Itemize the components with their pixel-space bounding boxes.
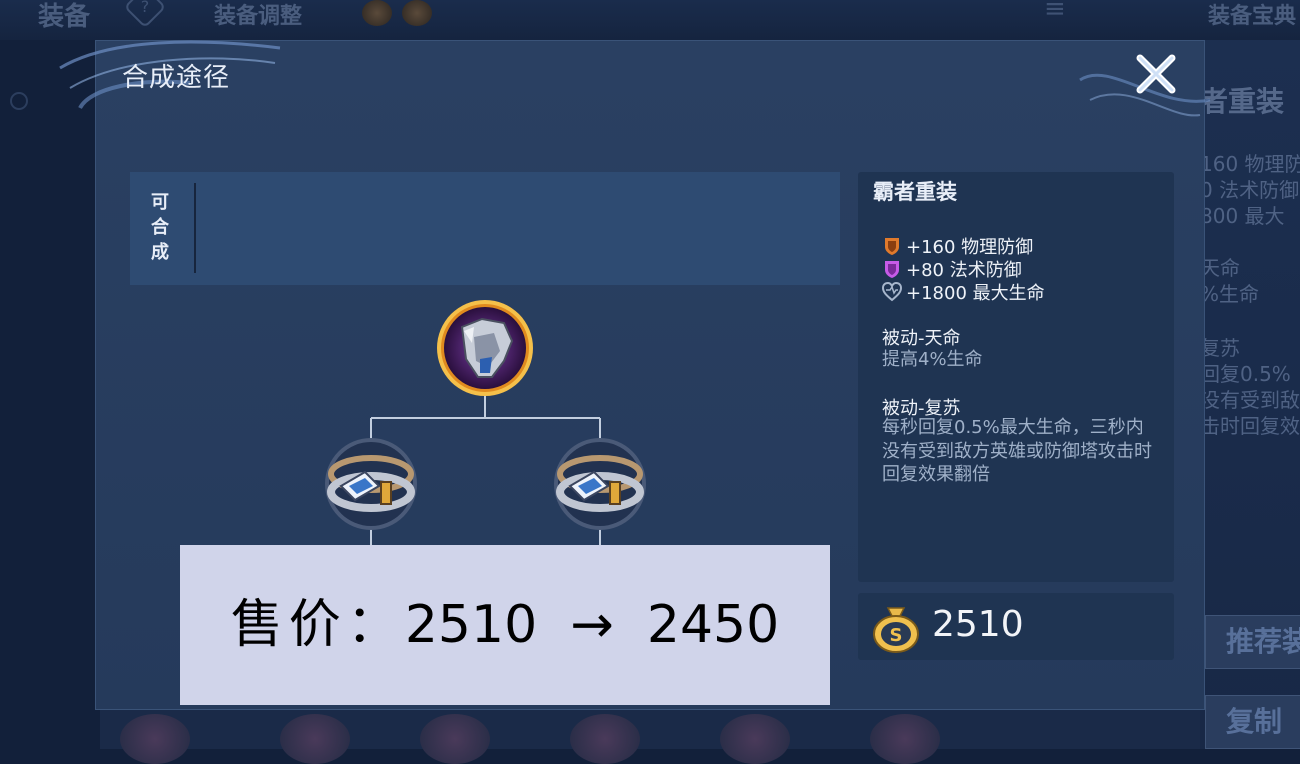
- stat-max-hp: +1800 最大生命: [882, 279, 1045, 305]
- bg-item-name: 者重装: [1200, 85, 1285, 118]
- new-price: 2450: [646, 595, 780, 655]
- bg-help-icon: ?: [123, 0, 167, 29]
- craftable-into-panel: [130, 172, 840, 285]
- bg-item-icon: [362, 0, 392, 26]
- bg-stat: %生命: [1200, 282, 1260, 306]
- armor-item-icon[interactable]: [434, 297, 536, 399]
- bg-stat: 击时回复效: [1200, 414, 1300, 438]
- bg-stat: 没有受到敌: [1200, 388, 1300, 412]
- price-change-overlay: 售价：2510 → 2450: [180, 545, 830, 705]
- craftable-divider: [194, 183, 196, 273]
- arrow-right-icon: →: [570, 595, 614, 655]
- bg-item-icon: [402, 0, 432, 26]
- bg-tab-adjust: 装备调整: [214, 4, 303, 29]
- bg-decor-dot: [10, 92, 28, 110]
- belt-component-icon[interactable]: [552, 436, 648, 532]
- max-hp-icon: [882, 282, 902, 302]
- passive-1-desc: 提高4%生命: [882, 349, 983, 370]
- magic-defense-icon: [885, 261, 899, 278]
- close-icon[interactable]: [1132, 50, 1180, 98]
- bg-recommend-button: 推荐装: [1205, 615, 1300, 669]
- svg-text:S: S: [890, 625, 903, 646]
- belt-component-icon[interactable]: [323, 436, 419, 532]
- sale-price-label: 售价：: [230, 595, 405, 655]
- bg-stat: 160 物理防: [1200, 152, 1300, 176]
- bg-stat: 回复0.5%: [1200, 362, 1291, 386]
- bg-tab-codex: 装备宝典: [1208, 4, 1297, 29]
- bg-tab-equipment: 装备: [38, 2, 91, 32]
- background-top-bar: 装备 ? 装备调整 ≡ 装备宝典: [0, 0, 1300, 40]
- bg-stat: 0 法术防御: [1200, 178, 1300, 202]
- bg-menu-icon: ≡: [1044, 0, 1066, 24]
- item-price: 2510: [932, 604, 1024, 645]
- item-name: 霸者重装: [873, 180, 957, 204]
- bg-stat: 复苏: [1200, 336, 1240, 360]
- gold-coin-bag-icon: S: [873, 607, 919, 653]
- modal-title: 合成途径: [122, 63, 231, 93]
- price-change-text: 售价：2510 → 2450: [180, 545, 830, 705]
- craftable-label: 可 合 成: [151, 192, 169, 263]
- bg-stat: 天命: [1200, 256, 1240, 280]
- bg-stat: 800 最大: [1200, 204, 1285, 228]
- physical-defense-icon: [885, 238, 899, 255]
- bg-copy-button: 复制: [1205, 695, 1300, 749]
- passive-2-desc: 每秒回复0.5%最大生命，三秒内没有受到敌方英雄或防御塔攻击时回复效果翻倍: [882, 417, 1152, 485]
- old-price: 2510: [404, 595, 538, 655]
- background-bottom-row: [100, 710, 1200, 764]
- passive-1-title: 被动-天命: [882, 328, 961, 349]
